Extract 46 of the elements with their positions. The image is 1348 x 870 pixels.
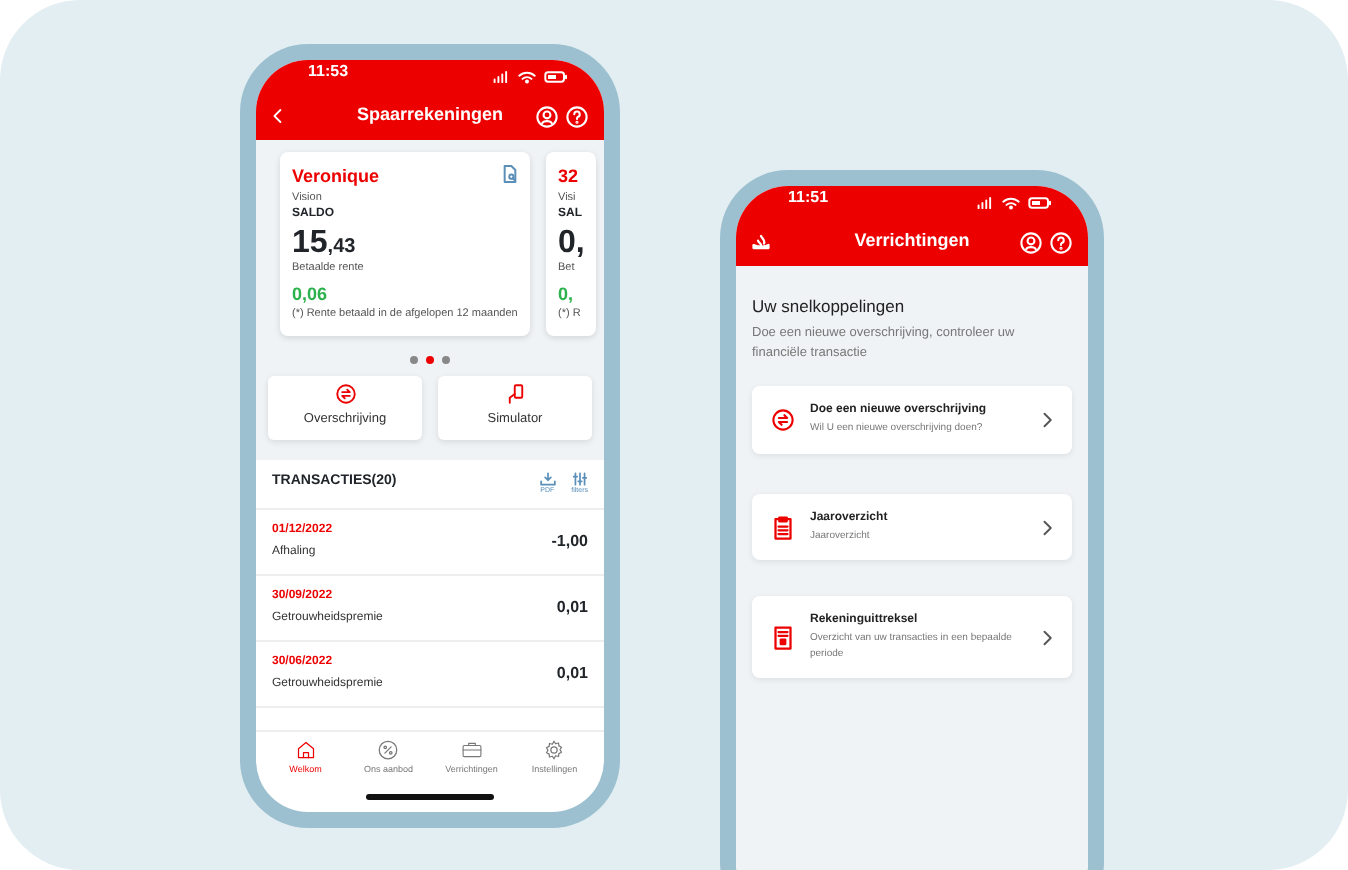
- battery-icon: [1028, 196, 1052, 210]
- phone-hand-icon: [505, 384, 525, 405]
- status-time: 11:53: [308, 60, 349, 84]
- wifi-icon: [1002, 196, 1020, 210]
- profile-icon[interactable]: [1020, 231, 1042, 253]
- status-time: 11:51: [788, 186, 829, 210]
- briefcase-icon: [461, 740, 482, 761]
- section-title: Uw snelkoppelingen: [752, 294, 907, 320]
- home-indicator: [366, 794, 494, 800]
- settings-icon: [544, 740, 565, 761]
- pager-dot[interactable]: [426, 355, 434, 364]
- help-icon[interactable]: [1050, 231, 1072, 253]
- pager-dot[interactable]: [442, 355, 450, 364]
- pager-dot[interactable]: [410, 355, 418, 364]
- transfer-icon: [335, 384, 355, 405]
- transaction-amount: 0,01: [556, 661, 588, 686]
- account-name: 32: [558, 164, 579, 190]
- filter-icon: [571, 471, 588, 486]
- account-name: Veronique: [292, 164, 380, 190]
- battery-icon: [544, 70, 568, 84]
- transaction-amount: 0,01: [556, 595, 588, 620]
- screen-title: Verrichtingen: [852, 228, 972, 255]
- wifi-icon: [518, 70, 536, 84]
- percent-badge-icon: [378, 740, 399, 761]
- chevron-right-icon: [1042, 519, 1052, 535]
- document-icon: [772, 625, 794, 650]
- document-search-icon[interactable]: [502, 164, 518, 184]
- signal-icon: [976, 196, 994, 210]
- transfer-icon: [772, 408, 794, 432]
- profile-icon[interactable]: [536, 105, 558, 127]
- clipboard-icon: [772, 515, 794, 539]
- account-balance: 0,: [558, 223, 585, 262]
- back-button[interactable]: [272, 108, 284, 124]
- home-icon: [295, 740, 316, 761]
- screen-title: Spaarrekeningen: [354, 102, 506, 129]
- interest-amount: 0,: [558, 281, 576, 308]
- back-icon: [272, 108, 284, 124]
- account-balance: 15,43: [292, 223, 358, 262]
- download-icon: [539, 471, 556, 486]
- signal-icon: [492, 70, 510, 84]
- help-icon[interactable]: [566, 105, 588, 127]
- chevron-right-icon: [1042, 629, 1052, 646]
- transaction-amount: -1,00: [551, 529, 588, 554]
- chevron-right-icon: [1042, 412, 1052, 428]
- interest-amount: 0,06: [292, 281, 330, 308]
- flame-logo-icon: [752, 234, 770, 250]
